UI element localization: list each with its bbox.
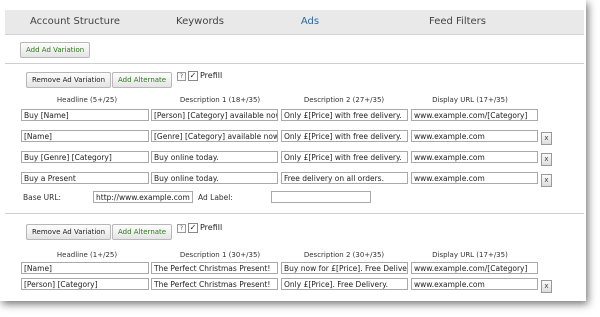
tab-bar: Account Structure Keywords Ads Feed Filt… (5, 10, 584, 35)
headline-input[interactable]: Buy [Genre] [Category] (21, 151, 149, 163)
display-url-input[interactable]: www.example.com/[Category] (411, 109, 538, 121)
help-icon[interactable]: ? (177, 224, 186, 233)
ad-label-label: Ad Label: (198, 193, 233, 202)
remove-ad-variation-button[interactable]: Remove Ad Variation (26, 224, 112, 240)
description-1-input[interactable]: Buy online today. (151, 172, 278, 184)
headline-input[interactable]: [Person] [Category] (21, 278, 149, 290)
prefill-label: Prefill (200, 223, 223, 232)
headline-input[interactable]: Buy [Name] (21, 109, 149, 121)
description-2-input[interactable]: Only £[Price] with free delivery. (281, 130, 408, 142)
add-alternate-button[interactable]: Add Alternate (112, 72, 173, 88)
description-1-input[interactable]: [Genre] [Category] available now! (151, 130, 278, 142)
display-url-input[interactable]: www.example.com/[Category] (411, 262, 538, 274)
add-ad-variation-button[interactable]: Add Ad Variation (20, 42, 91, 58)
col-header-description-1: Description 1 (30+/35) (179, 251, 261, 259)
description-1-input[interactable]: The Perfect Christmas Present! (151, 262, 278, 274)
description-1-input[interactable]: Buy online today. (151, 151, 278, 163)
headline-input[interactable]: Buy a Present (21, 172, 149, 184)
description-2-input[interactable]: Only £[Price] with free delivery. (281, 109, 408, 121)
display-url-input[interactable]: www.example.com (411, 130, 538, 142)
tab-ads[interactable]: Ads (245, 10, 375, 34)
headline-input[interactable]: [Name] (21, 262, 149, 274)
display-url-input[interactable]: www.example.com (411, 172, 538, 184)
remove-ad-variation-button[interactable]: Remove Ad Variation (26, 72, 112, 88)
tab-feed-filters[interactable]: Feed Filters (385, 10, 530, 34)
help-icon[interactable]: ? (177, 72, 186, 81)
col-header-display-url: Display URL (17+/35) (432, 251, 508, 259)
col-header-display-url: Display URL (17+/35) (432, 96, 508, 104)
col-header-description-1: Description 1 (18+/35) (179, 96, 261, 104)
divider (5, 213, 584, 214)
col-header-headline: Headline (5+/25) (56, 96, 118, 104)
delete-row-button[interactable]: x (541, 174, 552, 187)
prefill-checkbox[interactable]: ✓ (188, 223, 198, 233)
description-1-input[interactable]: [Person] [Category] available now (151, 109, 278, 121)
base-url-input[interactable]: http://www.example.com (93, 191, 193, 203)
prefill-label: Prefill (200, 71, 223, 80)
add-alternate-button[interactable]: Add Alternate (112, 224, 173, 240)
description-2-input[interactable]: Free delivery on all orders. (281, 172, 408, 184)
tab-account-structure[interactable]: Account Structure (5, 10, 145, 34)
headline-input[interactable]: [Name] (21, 130, 149, 142)
col-header-description-2: Description 2 (27+/35) (303, 96, 385, 104)
col-header-headline: Headline (1+/25) (56, 251, 118, 259)
description-2-input[interactable]: Only £[Price]. Free Delivery. (281, 278, 408, 290)
col-header-description-2: Description 2 (30+/35) (303, 251, 385, 259)
divider (5, 63, 584, 64)
display-url-input[interactable]: www.example.com (411, 278, 538, 290)
display-url-input[interactable]: www.example.com (411, 151, 538, 163)
ad-label-input[interactable] (271, 191, 371, 203)
description-1-input[interactable]: The Perfect Christmas Present! (151, 278, 278, 290)
base-url-label: Base URL: (23, 193, 62, 202)
delete-row-button[interactable]: x (541, 153, 552, 166)
delete-row-button[interactable]: x (541, 280, 552, 293)
prefill-checkbox[interactable]: ✓ (188, 71, 198, 81)
description-2-input[interactable]: Buy now for £[Price]. Free Deliver (281, 262, 408, 274)
delete-row-button[interactable]: x (541, 132, 552, 145)
description-2-input[interactable]: Only £[Price] with free delivery. (281, 151, 408, 163)
ads-editor-window: Account Structure Keywords Ads Feed Filt… (0, 0, 586, 301)
